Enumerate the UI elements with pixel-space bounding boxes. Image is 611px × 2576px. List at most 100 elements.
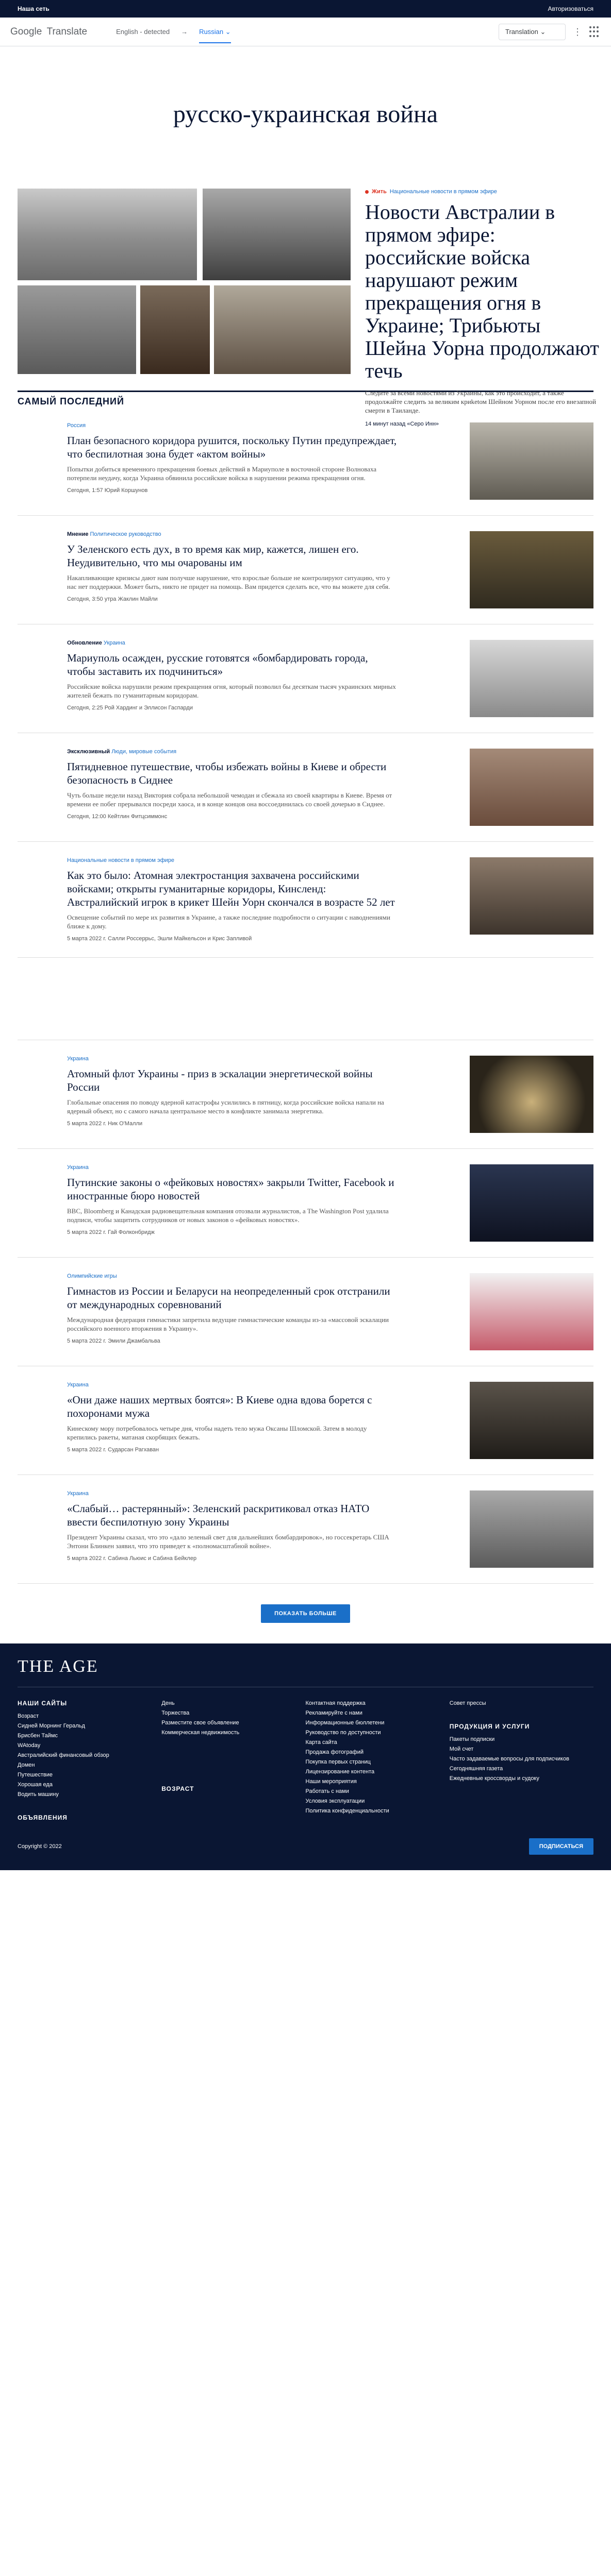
- hero-kicker[interactable]: Национальные новости в прямом эфире: [390, 189, 497, 195]
- footer-link[interactable]: Покупка первых страниц: [306, 1757, 450, 1767]
- footer-link[interactable]: День: [161, 1699, 305, 1708]
- hero-headline[interactable]: Новости Австралии в прямом эфире: россий…: [365, 201, 600, 382]
- article-summary: Президент Украины сказал, что это «дало …: [67, 1533, 389, 1550]
- article-thumbnail[interactable]: [470, 640, 593, 717]
- hero-image-crowd[interactable]: [214, 285, 351, 374]
- article-summary: Освещение событий по мере их развития в …: [67, 913, 390, 930]
- article-summary: Чуть больше недели назад Виктория собрал…: [67, 791, 392, 808]
- list-item[interactable]: Украина Путинские законы о «фейковых нов…: [18, 1149, 593, 1258]
- article-headline[interactable]: «Слабый… растерянный»: Зеленский раскрит…: [67, 1502, 397, 1529]
- our-network-link[interactable]: Наша сеть: [18, 5, 49, 12]
- footer-link[interactable]: Австралийский финансовый обзор: [18, 1751, 161, 1760]
- source-language[interactable]: English - detected: [116, 28, 170, 36]
- article-thumbnail[interactable]: [470, 531, 593, 608]
- latest-list: Россия План безопасного коридора рушится…: [18, 407, 593, 958]
- target-language[interactable]: Russian ⌄: [199, 28, 231, 43]
- hero-image-ruins[interactable]: [203, 189, 351, 280]
- login-link[interactable]: Авторизоваться: [548, 5, 593, 12]
- list-item[interactable]: Олимпийские игры Гимнастов из России и Б…: [18, 1258, 593, 1366]
- footer-col-classifieds: День Торжества Разместите свое объявлени…: [161, 1699, 305, 1826]
- footer-col-age: Контактная поддержка Рекламируйте с нами…: [306, 1699, 450, 1826]
- article-meta: Сегодня, 3:50 утра Жаклин Майли: [67, 596, 158, 602]
- show-more-button[interactable]: ПОКАЗАТЬ БОЛЬШЕ: [261, 1604, 350, 1623]
- footer-link[interactable]: Рекламируйте с нами: [306, 1708, 450, 1718]
- footer-link[interactable]: Разместите свое объявление: [161, 1718, 305, 1728]
- article-thumbnail[interactable]: [470, 1382, 593, 1459]
- article-headline[interactable]: Путинские законы о «фейковых новостях» з…: [67, 1176, 397, 1202]
- footer-link[interactable]: Пакеты подписки: [450, 1735, 593, 1744]
- article-headline[interactable]: Пятидневное путешествие, чтобы избежать …: [67, 760, 397, 787]
- footer-link[interactable]: Сидней Морнинг Геральд: [18, 1721, 161, 1731]
- article-meta: 5 марта 2022 г. Салли Россеррьс, Эшли Ма…: [67, 936, 252, 942]
- article-thumbnail[interactable]: [470, 749, 593, 826]
- article-summary: Кинескому мору потребовалось четыре дня,…: [67, 1425, 367, 1441]
- article-meta: 5 марта 2022 г. Эмили Джамбальва: [67, 1338, 160, 1344]
- article-headline[interactable]: Как это было: Атомная электростанция зах…: [67, 869, 397, 909]
- list-item[interactable]: Украина «Слабый… растерянный»: Зеленский…: [18, 1475, 593, 1584]
- article-meta: 5 марта 2022 г. Сударсан Рагхаван: [67, 1447, 159, 1453]
- tag-title: русско-украинская война: [173, 100, 438, 128]
- article-headline[interactable]: План безопасного коридора рушится, поско…: [67, 434, 397, 461]
- article-summary: Международная федерация гимнастики запре…: [67, 1316, 389, 1332]
- ad-spacer: [18, 958, 593, 1040]
- more-options-icon[interactable]: ⋮: [573, 27, 582, 38]
- article-thumbnail[interactable]: [470, 1490, 593, 1568]
- footer-link[interactable]: Хорошая еда: [18, 1780, 161, 1790]
- article-thumbnail[interactable]: [470, 1273, 593, 1350]
- article-meta: 5 марта 2022 г. Сабина Льюис и Сабина Бе…: [67, 1555, 197, 1562]
- footer-link[interactable]: Часто задаваемые вопросы для подписчиков: [450, 1754, 593, 1764]
- footer-link[interactable]: Руководство по доступности: [306, 1728, 450, 1738]
- list-item[interactable]: Мнение Политическое руководство У Зеленс…: [18, 516, 593, 624]
- footer-link[interactable]: Сегодняшняя газета: [450, 1764, 593, 1774]
- footer-link[interactable]: Возраст: [18, 1711, 161, 1721]
- footer-link[interactable]: Брисбен Таймс: [18, 1731, 161, 1741]
- article-headline[interactable]: Гимнастов из России и Беларуси на неопре…: [67, 1284, 397, 1311]
- footer-link[interactable]: Мой счет: [450, 1744, 593, 1754]
- article-headline[interactable]: Мариуполь осажден, русские готовятся «бо…: [67, 651, 397, 678]
- hero-story[interactable]: Жить Национальные новости в прямом эфире …: [0, 189, 611, 427]
- article-headline[interactable]: Атомный флот Украины - приз в эскалации …: [67, 1067, 397, 1094]
- hero-image-street[interactable]: [18, 189, 197, 280]
- apps-grid-icon[interactable]: [589, 26, 601, 38]
- hero-image-building[interactable]: [18, 285, 136, 374]
- list-item[interactable]: Украина «Они даже наших мертвых боятся»:…: [18, 1366, 593, 1475]
- hero-image-people[interactable]: [140, 285, 210, 374]
- list-item[interactable]: Национальные новости в прямом эфире Как …: [18, 842, 593, 958]
- article-thumbnail[interactable]: [470, 422, 593, 500]
- footer-link[interactable]: Информационные бюллетени: [306, 1718, 450, 1728]
- top-bar: Наша сеть Авторизоваться: [0, 0, 611, 18]
- article-headline[interactable]: У Зеленского есть дух, в то время как ми…: [67, 543, 397, 569]
- article-thumbnail[interactable]: [470, 857, 593, 935]
- list-item[interactable]: Обновление Украина Мариуполь осажден, ру…: [18, 624, 593, 733]
- list-item[interactable]: Эксклюзивный Люди, мировые события Пятид…: [18, 733, 593, 842]
- footer-link[interactable]: Работать с нами: [306, 1787, 450, 1797]
- footer-logo[interactable]: THE AGE: [18, 1657, 593, 1687]
- footer-link[interactable]: Продажа фотографий: [306, 1748, 450, 1757]
- footer-link[interactable]: WAtoday: [18, 1741, 161, 1751]
- article-thumbnail[interactable]: [470, 1056, 593, 1133]
- subscribe-button[interactable]: ПОДПИСАТЬСЯ: [529, 1838, 593, 1855]
- footer-link[interactable]: Путешествие: [18, 1770, 161, 1780]
- live-label: Жить: [372, 189, 387, 195]
- article-summary: Попытки добиться временного прекращения …: [67, 465, 377, 482]
- google-translate-logo[interactable]: Google Translate: [10, 26, 87, 38]
- footer-link[interactable]: Политика конфиденциальности: [306, 1806, 450, 1816]
- footer-link[interactable]: Домен: [18, 1760, 161, 1770]
- footer-link[interactable]: Лицензирование контента: [306, 1767, 450, 1777]
- footer-link[interactable]: Водить машину: [18, 1790, 161, 1800]
- footer-link[interactable]: Наши мероприятия: [306, 1777, 450, 1787]
- mode-select[interactable]: Translation ⌄: [499, 24, 566, 40]
- footer-col-sites: НАШИ САЙТЫ Возраст Сидней Морнинг Гераль…: [18, 1699, 161, 1826]
- footer-link[interactable]: Торжества: [161, 1708, 305, 1718]
- footer-link[interactable]: Контактная поддержка: [306, 1699, 450, 1708]
- footer-link[interactable]: Совет прессы: [450, 1699, 593, 1708]
- article-meta: 5 марта 2022 г. Гай Фолконбридж: [67, 1229, 155, 1235]
- article-thumbnail[interactable]: [470, 1164, 593, 1242]
- footer-link[interactable]: Карта сайта: [306, 1738, 450, 1748]
- footer-link[interactable]: Условия эксплуатации: [306, 1797, 450, 1806]
- list-item[interactable]: Украина Атомный флот Украины - приз в эс…: [18, 1040, 593, 1149]
- list-item[interactable]: Россия План безопасного коридора рушится…: [18, 407, 593, 516]
- article-headline[interactable]: «Они даже наших мертвых боятся»: В Киеве…: [67, 1393, 397, 1420]
- footer-link[interactable]: Ежедневные кроссворды и судоку: [450, 1774, 593, 1784]
- footer-link[interactable]: Коммерческая недвижимость: [161, 1728, 305, 1738]
